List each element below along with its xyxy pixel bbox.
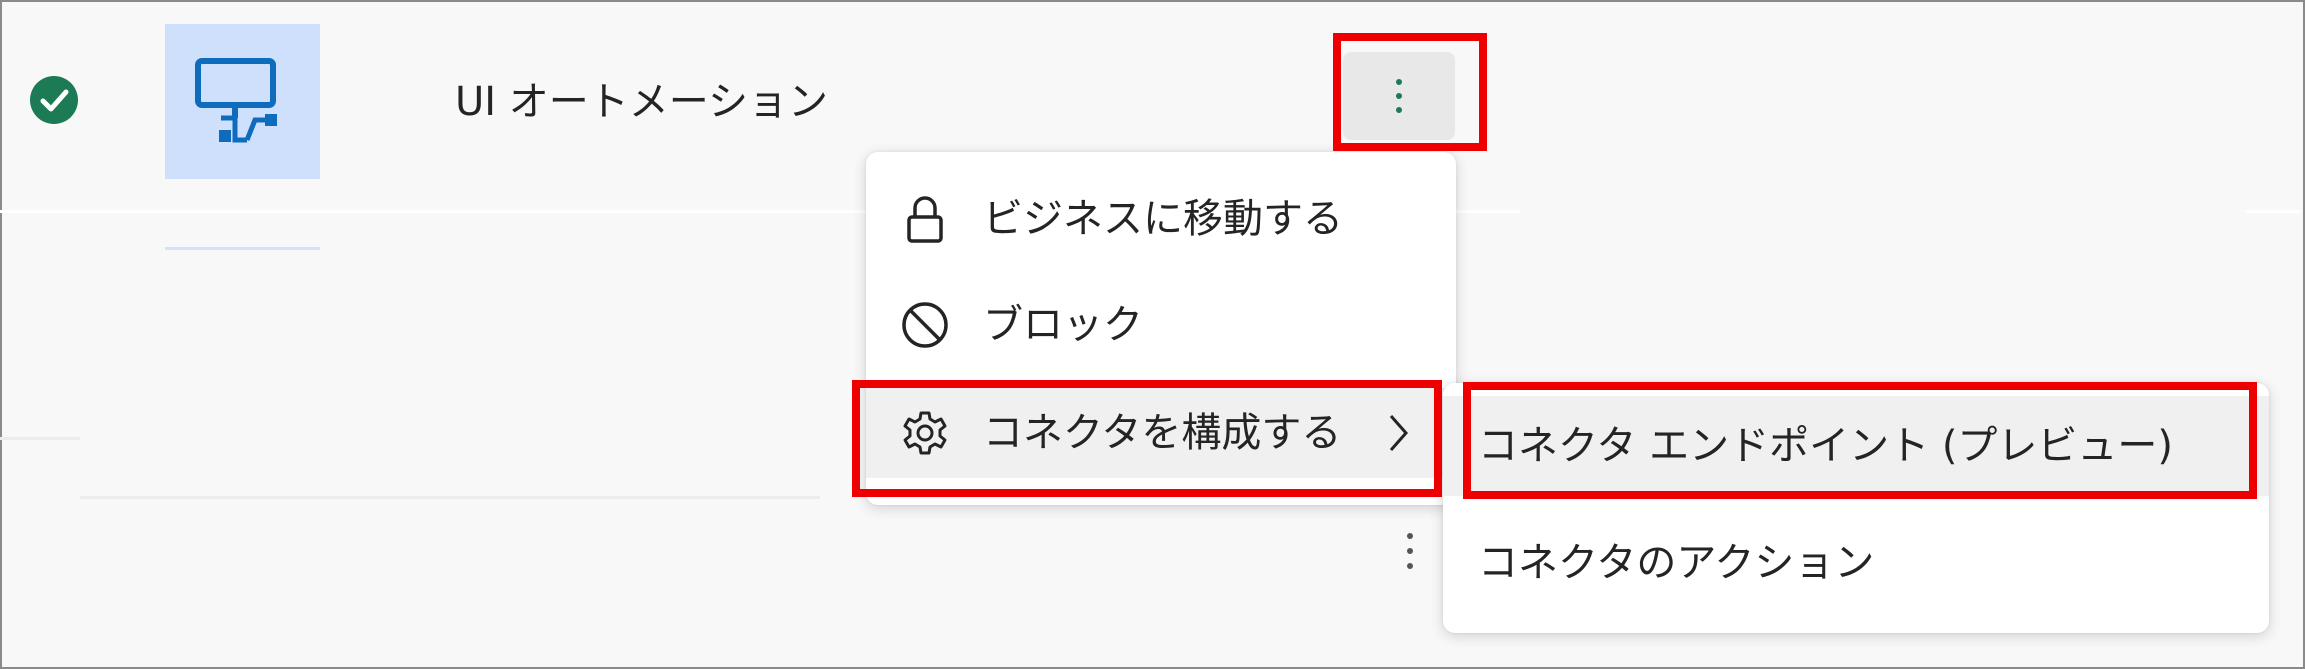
block-icon <box>900 300 950 350</box>
submenu-item-connector-actions[interactable]: コネクタのアクション <box>1443 513 2269 613</box>
more-options-button[interactable] <box>1400 527 1420 577</box>
menu-item-move-to-business[interactable]: ビジネスに移動する <box>866 174 1456 264</box>
tile-underline <box>165 247 320 250</box>
menu-item-label: ブロック <box>983 302 1143 348</box>
row-divider <box>2245 210 2300 213</box>
menu-item-block[interactable]: ブロック <box>866 280 1456 370</box>
desktop-flow-icon <box>195 58 277 143</box>
lock-icon <box>900 194 950 244</box>
highlight-box-connector-endpoint <box>1463 382 2257 499</box>
highlight-box-more-button <box>1333 33 1487 151</box>
row-divider <box>80 496 820 499</box>
more-vertical-icon <box>1407 533 1413 569</box>
connector-tile[interactable] <box>165 24 320 179</box>
menu-item-label: ビジネスに移動する <box>983 196 1343 242</box>
row-divider <box>0 437 80 440</box>
checkmark-circle-icon <box>29 75 79 125</box>
submenu-item-label: コネクタのアクション <box>1478 540 1875 586</box>
connector-name: UI オートメーション <box>455 79 828 125</box>
highlight-box-configure-connector <box>852 380 1442 497</box>
